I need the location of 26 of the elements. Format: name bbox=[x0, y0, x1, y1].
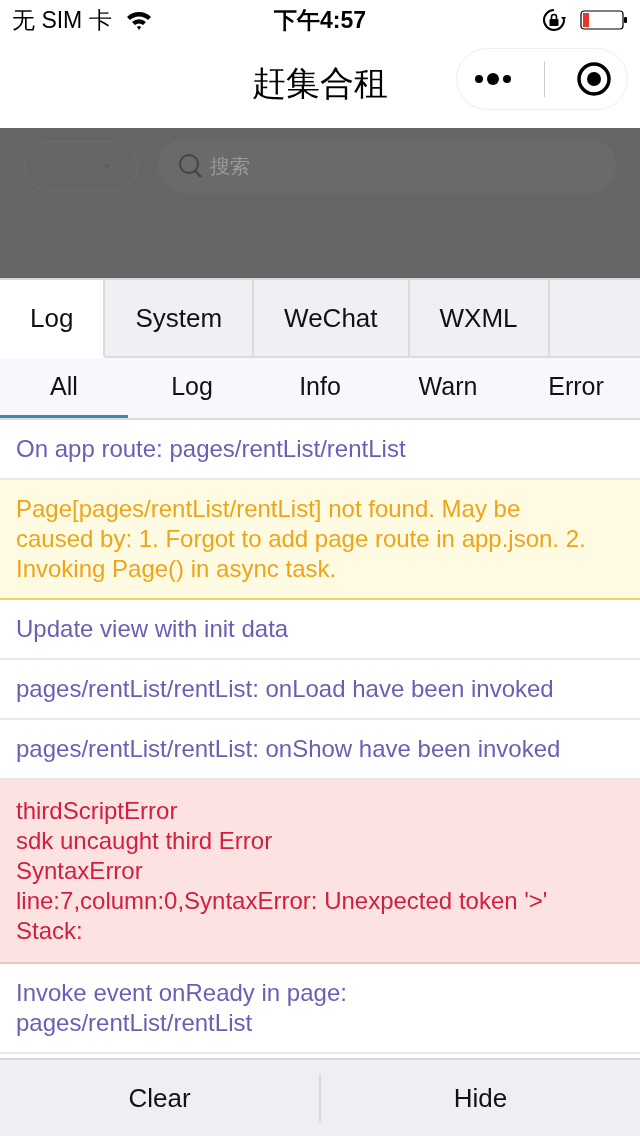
filter-tab[interactable]: Error bbox=[512, 358, 640, 418]
tab[interactable]: WXML bbox=[409, 280, 550, 358]
tab[interactable]: System bbox=[105, 280, 255, 358]
battery-icon bbox=[580, 10, 628, 30]
close-icon[interactable] bbox=[575, 61, 612, 97]
carrier-label: 无 SIM 卡 bbox=[12, 5, 112, 35]
log-message: pages/rentList/rentList: onShow have been invoked bbox=[16, 734, 562, 764]
filter-tab[interactable]: Warn bbox=[384, 358, 512, 418]
tab[interactable]: WeChat bbox=[254, 280, 410, 358]
rotation-lock-icon bbox=[542, 8, 566, 32]
search-icon bbox=[178, 153, 204, 179]
log-message: Invoke event onReady in page: pages/rentList/rentList bbox=[16, 978, 348, 1038]
tab[interactable]: Log bbox=[0, 280, 106, 358]
clock-time: 下午4:57 bbox=[274, 5, 366, 35]
error-message: thirdScriptError sdk uncaught third Error SyntaxError line:7,column:0,SyntaxError: Unexpected token '>' Stack: bbox=[16, 796, 549, 946]
hide-button[interactable]: Hide bbox=[321, 1060, 640, 1136]
wifi-icon bbox=[125, 10, 152, 30]
clear-button[interactable]: Clear bbox=[0, 1060, 319, 1136]
page-title: 赶集合租 bbox=[252, 62, 388, 105]
log-message: pages/rentList/rentList: onLoad have been invoked bbox=[16, 674, 555, 704]
filter-tab[interactable]: Info bbox=[256, 358, 384, 418]
log-message: On app route: pages/rentList/rentList bbox=[16, 434, 407, 464]
more-icon[interactable] bbox=[472, 72, 513, 86]
warning-message: Page[pages/rentList/rentList] not found. May be caused by: 1. Forgot to add page route in app.json. 2. Invoking Page() in async task. bbox=[16, 494, 587, 584]
filter-tab[interactable]: Log bbox=[128, 358, 256, 418]
log-message: Update view with init data bbox=[16, 614, 290, 644]
